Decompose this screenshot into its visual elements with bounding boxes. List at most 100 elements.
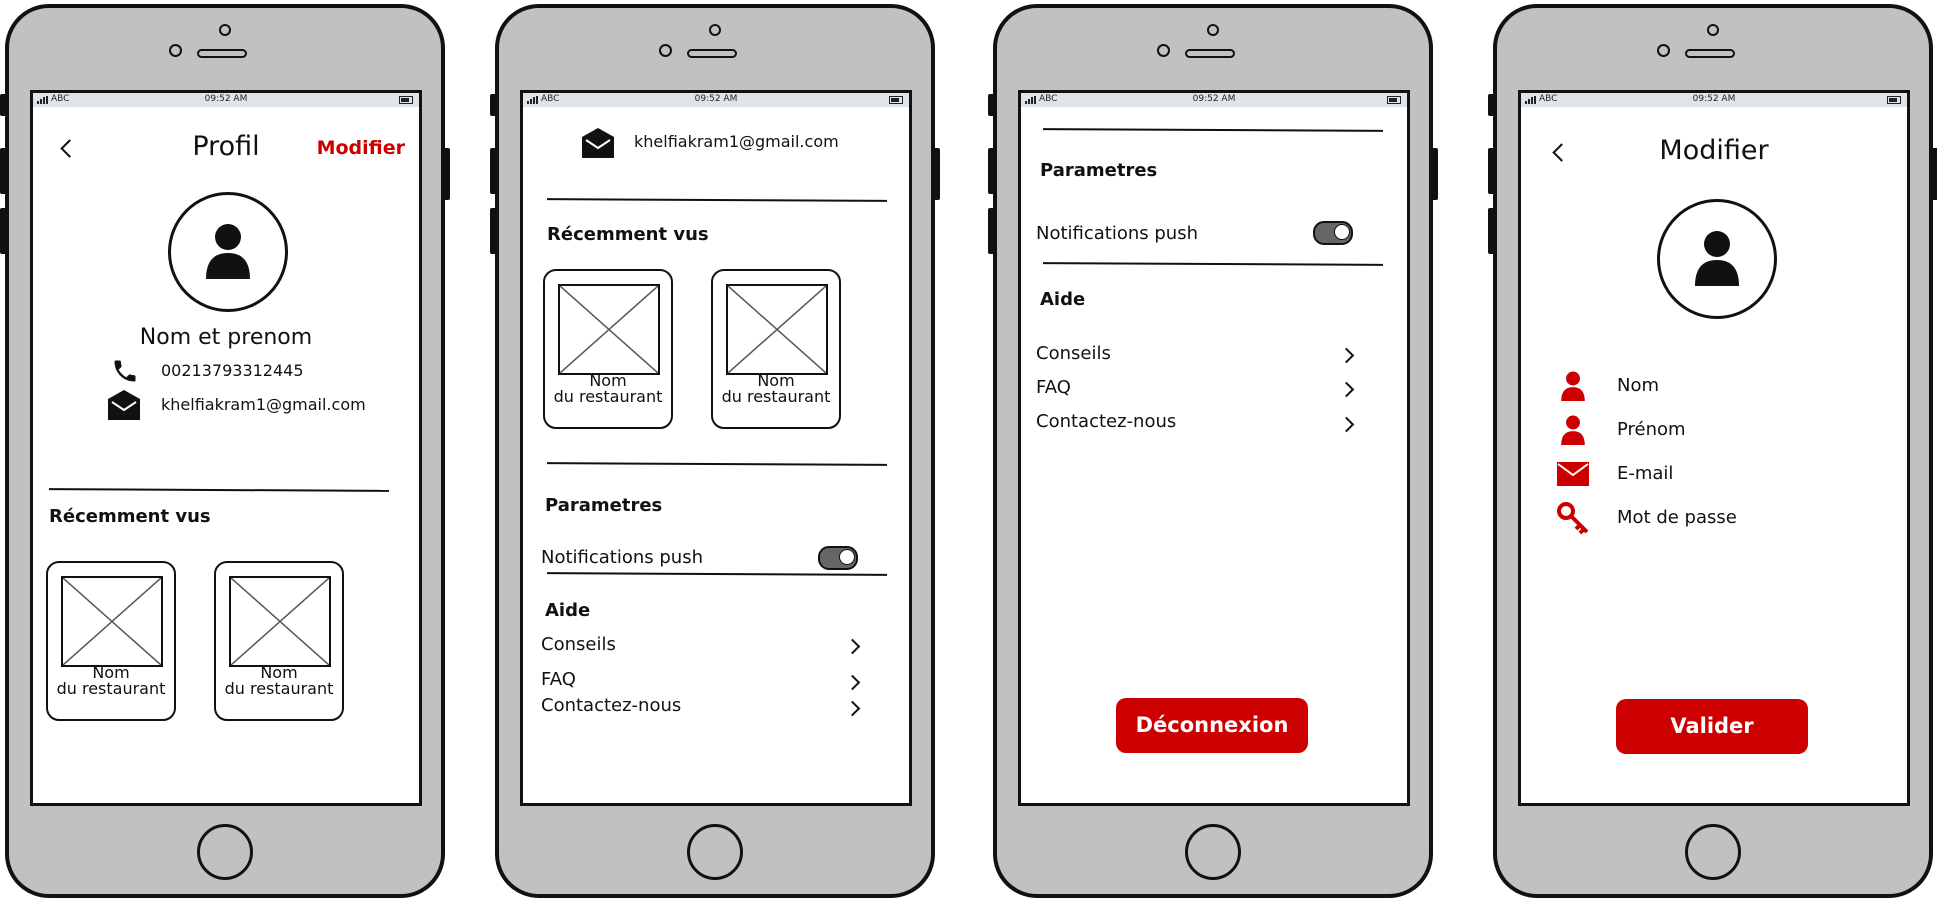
field-label: Nom xyxy=(1617,375,1660,396)
phone-side-button xyxy=(1488,208,1495,254)
phone-side-button xyxy=(988,208,995,254)
status-bar: ABC 09:52 AM xyxy=(1521,93,1907,107)
user-icon xyxy=(1561,415,1585,445)
help-item-label: Conseils xyxy=(541,634,616,655)
help-item-label: Conseils xyxy=(1036,343,1111,364)
push-notifications-label: Notifications push xyxy=(541,547,703,568)
phone-front-lens xyxy=(169,44,182,57)
phone-power-button xyxy=(443,148,450,200)
phone-side-button xyxy=(490,208,497,254)
image-placeholder xyxy=(726,284,828,375)
phone-side-button xyxy=(490,94,497,116)
chevron-right-icon xyxy=(1338,416,1355,433)
status-bar: ABC 09:52 AM xyxy=(33,93,419,107)
restaurant-card[interactable]: Nom du restaurant xyxy=(46,561,176,721)
help-item-label: Contactez-nous xyxy=(541,695,682,716)
push-notifications-label: Notifications push xyxy=(1036,223,1198,244)
phone-side-button xyxy=(1488,94,1495,116)
home-button[interactable] xyxy=(1185,824,1241,880)
help-item-label: FAQ xyxy=(541,669,576,690)
envelope-icon xyxy=(582,128,614,158)
phone-speaker xyxy=(687,49,737,58)
settings-heading: Parametres xyxy=(545,495,663,516)
chevron-right-icon xyxy=(844,638,861,655)
logout-button[interactable]: Déconnexion xyxy=(1116,698,1308,753)
phone-front-lens xyxy=(1157,44,1170,57)
page-title: Modifier xyxy=(1659,135,1769,166)
phone-camera xyxy=(1707,24,1719,36)
phone-frame-settings: ABC 09:52 AM Parametres Notifications pu… xyxy=(988,4,1438,898)
status-bar: ABC 09:52 AM xyxy=(1021,93,1407,107)
avatar[interactable] xyxy=(1657,199,1777,319)
phone-power-button xyxy=(933,148,940,200)
submit-button[interactable]: Valider xyxy=(1616,699,1808,754)
restaurant-card-label: Nom du restaurant xyxy=(56,663,166,698)
battery-icon xyxy=(399,96,413,104)
battery-icon xyxy=(1387,96,1401,104)
phone-front-lens xyxy=(1657,44,1670,57)
field-label: E-mail xyxy=(1617,463,1674,484)
home-button[interactable] xyxy=(687,824,743,880)
phone-frame-profile: ABC 09:52 AM Profil Modifier Nom et pren… xyxy=(0,4,450,898)
image-placeholder xyxy=(558,284,660,375)
phone-side-button xyxy=(490,148,497,194)
user-avatar-icon xyxy=(1695,231,1739,286)
push-notifications-toggle[interactable] xyxy=(1313,221,1353,245)
battery-icon xyxy=(1887,96,1901,104)
phone-speaker xyxy=(1685,49,1735,58)
phone-side-button xyxy=(0,94,7,116)
status-time: 09:52 AM xyxy=(204,94,248,104)
push-notifications-toggle[interactable] xyxy=(818,546,858,570)
user-email: khelfiakram1@gmail.com xyxy=(634,132,839,151)
home-button[interactable] xyxy=(1685,824,1741,880)
edit-link[interactable]: Modifier xyxy=(317,137,405,159)
phone-speaker xyxy=(197,49,247,58)
home-button[interactable] xyxy=(197,824,253,880)
help-heading: Aide xyxy=(1040,289,1086,310)
phone-side-button xyxy=(988,94,995,116)
restaurant-card[interactable]: Nom du restaurant xyxy=(214,561,344,721)
help-heading: Aide xyxy=(545,600,591,621)
chevron-right-icon xyxy=(844,674,861,691)
user-email: khelfiakram1@gmail.com xyxy=(161,395,366,414)
phone-power-button xyxy=(1931,148,1937,200)
user-phone-number: 00213793312445 xyxy=(161,361,304,380)
battery-icon xyxy=(889,96,903,104)
field-label: Mot de passe xyxy=(1617,507,1737,528)
phone-camera xyxy=(219,24,231,36)
recently-viewed-heading: Récemment vus xyxy=(547,224,709,245)
status-time: 09:52 AM xyxy=(1192,94,1236,104)
divider xyxy=(1042,128,1384,132)
image-placeholder xyxy=(229,576,331,667)
user-icon xyxy=(1561,371,1585,401)
phone-camera xyxy=(1207,24,1219,36)
phone-front-lens xyxy=(659,44,672,57)
avatar[interactable] xyxy=(168,192,288,312)
chevron-right-icon xyxy=(844,700,861,717)
restaurant-card[interactable]: Nom du restaurant xyxy=(711,269,841,429)
key-icon xyxy=(1557,502,1589,535)
recently-viewed-heading: Récemment vus xyxy=(49,506,211,527)
restaurant-card-label: Nom du restaurant xyxy=(721,371,831,406)
help-item-label: FAQ xyxy=(1036,377,1071,398)
screen-settings[interactable]: ABC 09:52 AM Parametres Notifications pu… xyxy=(1018,90,1410,806)
envelope-icon xyxy=(1557,462,1589,486)
status-time: 09:52 AM xyxy=(1692,94,1736,104)
phone-frame-profile-scrolled: ABC 09:52 AM khelfiakram1@gmail.com Réce… xyxy=(490,4,940,898)
phone-camera xyxy=(709,24,721,36)
divider xyxy=(48,488,390,492)
restaurant-card[interactable]: Nom du restaurant xyxy=(543,269,673,429)
phone-icon xyxy=(114,360,136,382)
phone-side-button xyxy=(0,148,7,194)
help-item-label: Contactez-nous xyxy=(1036,411,1177,432)
settings-heading: Parametres xyxy=(1040,160,1158,181)
screen-profile-scrolled[interactable]: ABC 09:52 AM khelfiakram1@gmail.com Réce… xyxy=(520,90,912,806)
user-full-name: Nom et prenom xyxy=(139,325,313,350)
restaurant-card-label: Nom du restaurant xyxy=(224,663,334,698)
divider xyxy=(546,462,888,466)
phone-side-button xyxy=(988,148,995,194)
status-bar: ABC 09:52 AM xyxy=(523,93,909,107)
field-label: Prénom xyxy=(1617,419,1686,440)
divider xyxy=(546,198,888,202)
image-placeholder xyxy=(61,576,163,667)
